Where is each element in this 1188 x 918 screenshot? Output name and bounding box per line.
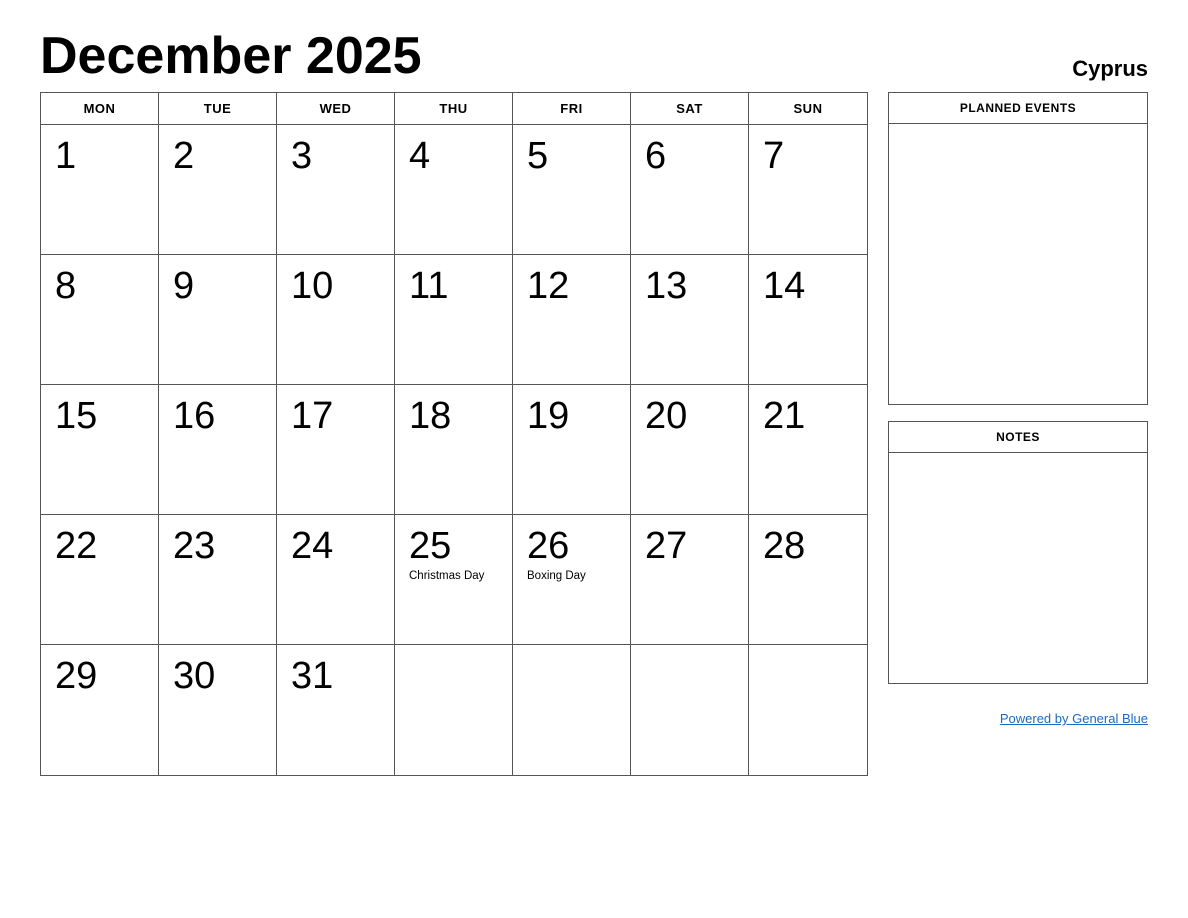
calendar-grid: 1234567891011121314151617181920212223242… <box>41 125 867 775</box>
day-number: 4 <box>409 137 498 175</box>
calendar-day-26: 26 Boxing Day <box>513 515 631 645</box>
day-number: 31 <box>291 657 380 695</box>
sidebar: PLANNED EVENTS NOTES Powered by General … <box>888 92 1148 728</box>
day-number: 11 <box>409 267 498 305</box>
notes-body <box>889 453 1147 683</box>
calendar: MONTUEWEDTHUFRISATSUN 123456789101112131… <box>40 92 868 776</box>
day-number: 17 <box>291 397 380 435</box>
holiday-label: Boxing Day <box>527 569 616 584</box>
planned-events-header: PLANNED EVENTS <box>889 93 1147 124</box>
day-number: 2 <box>173 137 262 175</box>
country-name: Cyprus <box>1072 56 1148 82</box>
day-number: 7 <box>763 137 853 175</box>
calendar-day-10: 10 <box>277 255 395 385</box>
calendar-day-4: 4 <box>395 125 513 255</box>
day-number: 19 <box>527 397 616 435</box>
day-number: 18 <box>409 397 498 435</box>
calendar-day-25: 25 Christmas Day <box>395 515 513 645</box>
day-number: 21 <box>763 397 853 435</box>
calendar-day-23: 23 <box>159 515 277 645</box>
calendar-day-16: 16 <box>159 385 277 515</box>
calendar-day-empty <box>631 645 749 775</box>
day-number: 8 <box>55 267 144 305</box>
day-number: 26 <box>527 527 616 565</box>
day-number: 9 <box>173 267 262 305</box>
calendar-day-28: 28 <box>749 515 867 645</box>
day-header-tue: TUE <box>159 93 277 124</box>
calendar-day-27: 27 <box>631 515 749 645</box>
calendar-day-22: 22 <box>41 515 159 645</box>
page-header: December 2025 Cyprus <box>40 30 1148 82</box>
planned-events-body <box>889 124 1147 404</box>
calendar-day-empty <box>513 645 631 775</box>
calendar-day-18: 18 <box>395 385 513 515</box>
day-number: 24 <box>291 527 380 565</box>
day-number: 10 <box>291 267 380 305</box>
day-number: 27 <box>645 527 734 565</box>
day-number: 22 <box>55 527 144 565</box>
calendar-day-17: 17 <box>277 385 395 515</box>
day-header-wed: WED <box>277 93 395 124</box>
month-title: December 2025 <box>40 30 422 82</box>
calendar-day-31: 31 <box>277 645 395 775</box>
day-number: 30 <box>173 657 262 695</box>
main-layout: MONTUEWEDTHUFRISATSUN 123456789101112131… <box>40 92 1148 776</box>
powered-by: Powered by General Blue <box>888 710 1148 728</box>
calendar-day-19: 19 <box>513 385 631 515</box>
day-header-mon: MON <box>41 93 159 124</box>
calendar-day-11: 11 <box>395 255 513 385</box>
day-header-fri: FRI <box>513 93 631 124</box>
day-header-sat: SAT <box>631 93 749 124</box>
day-number: 13 <box>645 267 734 305</box>
day-number: 25 <box>409 527 498 565</box>
calendar-day-3: 3 <box>277 125 395 255</box>
day-number: 1 <box>55 137 144 175</box>
day-headers: MONTUEWEDTHUFRISATSUN <box>41 93 867 125</box>
day-number: 3 <box>291 137 380 175</box>
calendar-day-2: 2 <box>159 125 277 255</box>
calendar-day-5: 5 <box>513 125 631 255</box>
calendar-day-empty <box>749 645 867 775</box>
day-number: 20 <box>645 397 734 435</box>
calendar-day-29: 29 <box>41 645 159 775</box>
calendar-day-8: 8 <box>41 255 159 385</box>
calendar-day-30: 30 <box>159 645 277 775</box>
notes-box: NOTES <box>888 421 1148 684</box>
calendar-day-12: 12 <box>513 255 631 385</box>
day-number: 12 <box>527 267 616 305</box>
notes-header: NOTES <box>889 422 1147 453</box>
calendar-day-13: 13 <box>631 255 749 385</box>
calendar-day-empty <box>395 645 513 775</box>
calendar-day-20: 20 <box>631 385 749 515</box>
day-number: 15 <box>55 397 144 435</box>
day-number: 29 <box>55 657 144 695</box>
holiday-label: Christmas Day <box>409 569 498 584</box>
day-number: 6 <box>645 137 734 175</box>
day-number: 28 <box>763 527 853 565</box>
day-header-thu: THU <box>395 93 513 124</box>
day-number: 16 <box>173 397 262 435</box>
planned-events-box: PLANNED EVENTS <box>888 92 1148 405</box>
calendar-day-14: 14 <box>749 255 867 385</box>
day-header-sun: SUN <box>749 93 867 124</box>
calendar-day-15: 15 <box>41 385 159 515</box>
day-number: 5 <box>527 137 616 175</box>
calendar-day-1: 1 <box>41 125 159 255</box>
powered-by-link[interactable]: Powered by General Blue <box>1000 711 1148 726</box>
day-number: 14 <box>763 267 853 305</box>
calendar-day-9: 9 <box>159 255 277 385</box>
calendar-day-24: 24 <box>277 515 395 645</box>
calendar-day-7: 7 <box>749 125 867 255</box>
calendar-day-21: 21 <box>749 385 867 515</box>
day-number: 23 <box>173 527 262 565</box>
calendar-day-6: 6 <box>631 125 749 255</box>
